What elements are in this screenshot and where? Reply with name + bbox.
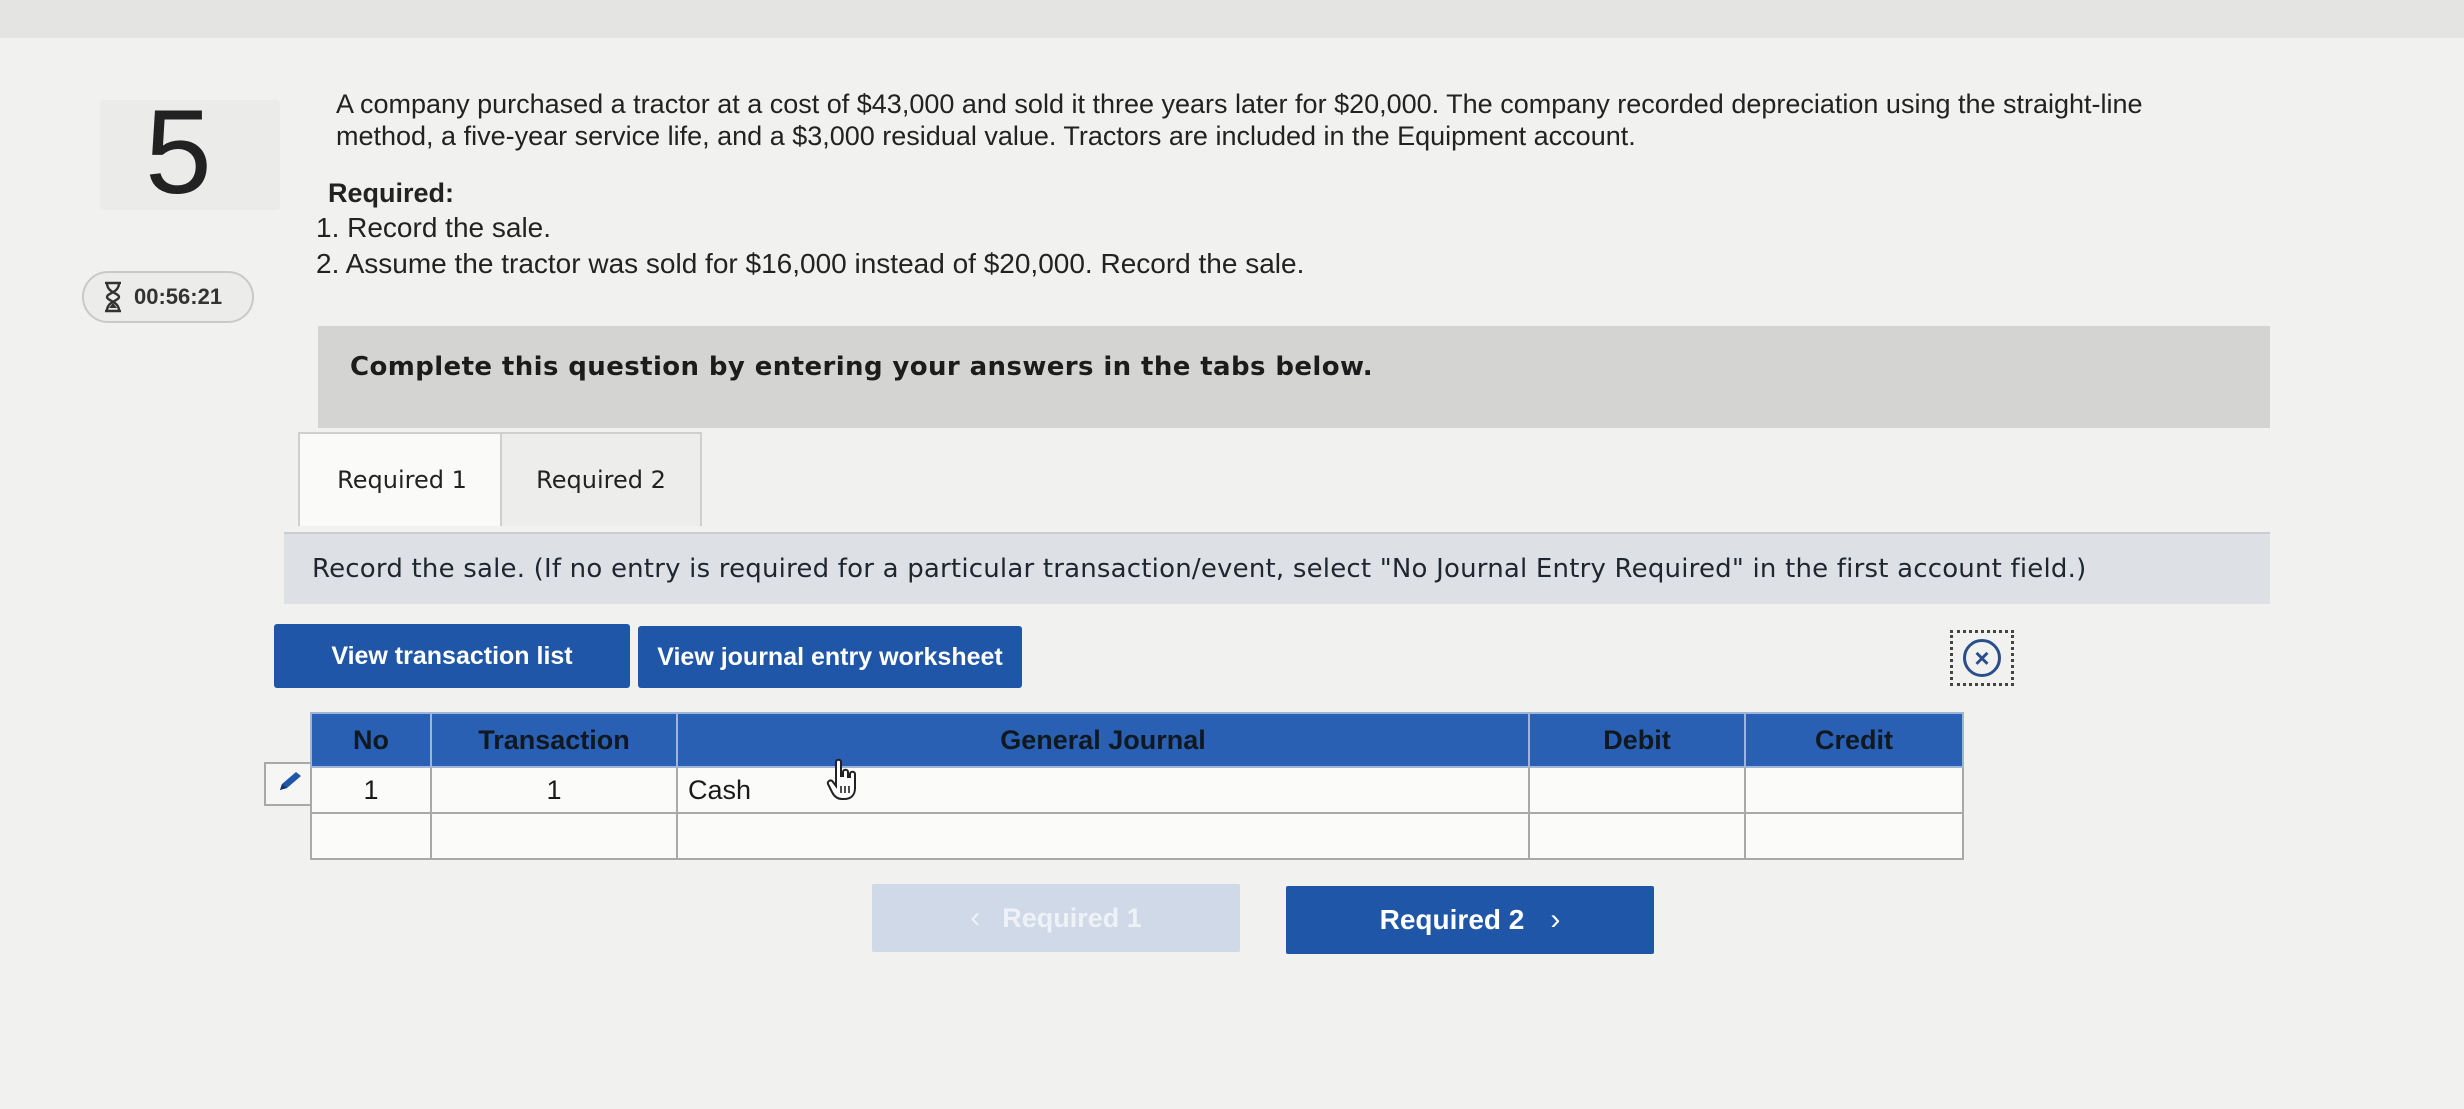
next-required-label: Required 2	[1379, 904, 1525, 935]
cell-no	[310, 812, 432, 860]
cell-transaction: 1	[430, 766, 678, 814]
previous-required-label: Required 1	[1002, 902, 1142, 933]
hand-cursor-icon	[826, 758, 860, 807]
next-required-button[interactable]: Required 2 ›	[1286, 886, 1654, 954]
cell-credit[interactable]	[1744, 812, 1964, 860]
table-row[interactable]: 1 1 Cash	[310, 766, 1964, 814]
instruction-banner: Complete this question by entering your …	[318, 326, 2270, 428]
chevron-left-icon: ‹	[970, 901, 981, 934]
panel-instructions-text: Record the sale. (If no entry is require…	[312, 554, 2087, 584]
question-prompt: A company purchased a tractor at a cost …	[336, 89, 2143, 151]
cell-account[interactable]	[676, 812, 1530, 860]
journal-table: No Transaction General Journal Debit Cre…	[310, 712, 1964, 860]
cell-transaction	[430, 812, 678, 860]
column-header-debit: Debit	[1528, 712, 1746, 768]
table-header-row: No Transaction General Journal Debit Cre…	[310, 712, 1964, 768]
timer: 00:56:21	[82, 271, 254, 323]
column-header-transaction: Transaction	[430, 712, 678, 768]
question-number: 5	[100, 85, 280, 219]
cell-no: 1	[310, 766, 432, 814]
cell-debit[interactable]	[1528, 812, 1746, 860]
required-list: 1. Record the sale. 2. Assume the tracto…	[316, 210, 1304, 282]
table-row[interactable]	[310, 812, 1964, 860]
required-item: 1. Record the sale.	[316, 212, 552, 243]
column-header-general-journal: General Journal	[676, 712, 1530, 768]
cell-debit[interactable]	[1528, 766, 1746, 814]
tab-required-2[interactable]: Required 2	[500, 432, 702, 526]
edit-row-button[interactable]	[264, 762, 314, 806]
panel-instructions: Record the sale. (If no entry is require…	[284, 532, 2270, 604]
view-journal-entry-worksheet-button[interactable]: View journal entry worksheet	[638, 626, 1022, 688]
tab-required-1[interactable]: Required 1	[298, 432, 506, 526]
column-header-credit: Credit	[1744, 712, 1964, 768]
chevron-right-icon: ›	[1550, 903, 1561, 936]
hourglass-icon	[102, 281, 124, 313]
cell-credit[interactable]	[1744, 766, 1964, 814]
view-transaction-list-button[interactable]: View transaction list	[274, 624, 630, 688]
top-band	[0, 0, 2464, 38]
pencil-icon	[276, 770, 304, 799]
required-heading: Required:	[328, 178, 455, 208]
required-item: 2. Assume the tractor was sold for $16,0…	[316, 248, 1305, 279]
timer-text: 00:56:21	[134, 284, 223, 309]
clear-entries-button[interactable]: ×	[1950, 630, 2014, 686]
column-header-no: No	[310, 712, 432, 768]
previous-required-button[interactable]: ‹ Required 1	[872, 884, 1240, 952]
cell-account[interactable]: Cash	[676, 766, 1530, 814]
instruction-banner-text: Complete this question by entering your …	[350, 352, 1373, 382]
close-icon: ×	[1963, 639, 2001, 677]
